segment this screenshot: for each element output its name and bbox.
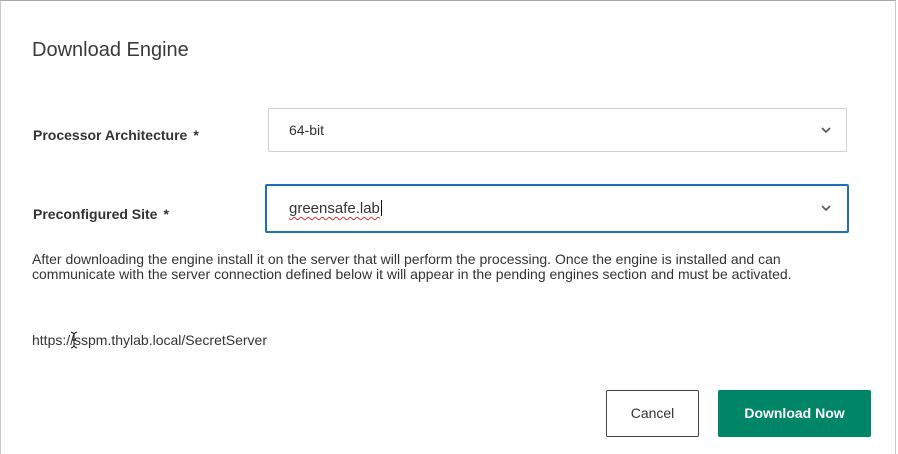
- help-text: After downloading the engine install it …: [32, 251, 792, 282]
- processor-architecture-value: 64-bit: [289, 122, 325, 138]
- download-engine-dialog: Download Engine Processor Architecture * …: [0, 0, 896, 454]
- preconfigured-site-value: greensafe.lab: [289, 200, 382, 217]
- server-url: https://sspm.thylab.local/SecretServer: [32, 332, 267, 348]
- text-cursor-icon: [70, 331, 78, 349]
- preconfigured-site-select[interactable]: greensafe.lab: [265, 184, 849, 233]
- download-now-button[interactable]: Download Now: [718, 390, 871, 437]
- chevron-down-icon: [821, 127, 831, 134]
- preconfigured-site-value-text: greensafe.lab: [289, 200, 380, 217]
- chevron-down-icon: [821, 205, 831, 212]
- dialog-title: Download Engine: [32, 39, 189, 61]
- preconfigured-site-label-text: Preconfigured Site: [33, 206, 158, 222]
- processor-architecture-label: Processor Architecture *: [33, 127, 199, 143]
- processor-architecture-label-text: Processor Architecture: [33, 127, 188, 143]
- required-marker: *: [193, 127, 199, 143]
- text-caret: [380, 200, 382, 216]
- preconfigured-site-label: Preconfigured Site *: [33, 206, 169, 222]
- cancel-button[interactable]: Cancel: [606, 390, 699, 437]
- processor-architecture-select[interactable]: 64-bit: [268, 108, 847, 152]
- required-marker: *: [163, 206, 169, 222]
